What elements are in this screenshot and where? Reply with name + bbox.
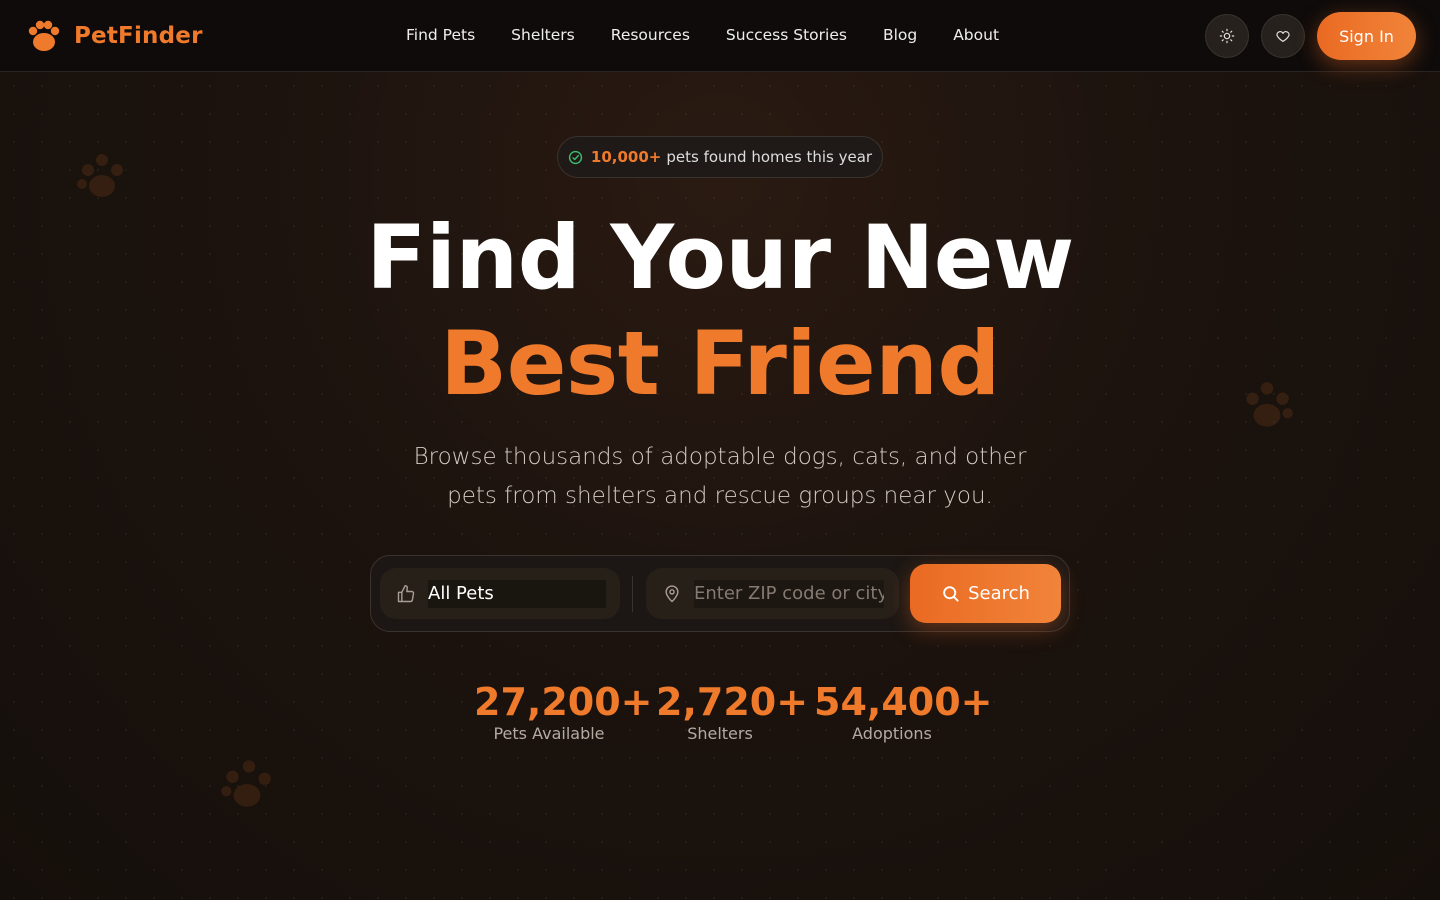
brand-name: PetFinder bbox=[74, 23, 203, 49]
stat-label: Pets Available bbox=[493, 724, 605, 743]
pet-type-select[interactable]: All Pets bbox=[380, 568, 620, 619]
stat-label: Adoptions bbox=[852, 724, 932, 743]
sign-in-button[interactable]: Sign In bbox=[1317, 12, 1416, 60]
sun-icon bbox=[1219, 28, 1235, 44]
stat-value: 27,200+ bbox=[474, 680, 653, 724]
adoption-stat-badge: 10,000+ pets found homes this year bbox=[557, 136, 883, 178]
paw-logo-icon bbox=[28, 20, 60, 51]
nav-item-success-stories[interactable]: Success Stories bbox=[726, 26, 847, 44]
search-icon bbox=[943, 586, 959, 602]
stat-label: Shelters bbox=[687, 724, 753, 743]
nav-item-shelters[interactable]: Shelters bbox=[511, 26, 575, 44]
stat-shelters: 2,720+ Shelters bbox=[656, 680, 809, 743]
brand-logo[interactable]: PetFinder bbox=[26, 20, 203, 52]
heart-icon bbox=[1276, 31, 1290, 42]
thumbs-up-icon bbox=[397, 584, 415, 602]
stat-pets-available: 27,200+ Pets Available bbox=[474, 680, 653, 743]
check-circle-icon bbox=[568, 150, 583, 164]
main-nav: Find Pets Shelters Resources Success Sto… bbox=[406, 26, 1035, 44]
stat-adoptions: 54,400+ Adoptions bbox=[814, 680, 993, 743]
hero-title-line2: Best Friend bbox=[440, 312, 1000, 415]
map-pin-icon bbox=[665, 584, 679, 602]
nav-item-about[interactable]: About bbox=[953, 26, 999, 44]
badge-highlight: 10,000+ bbox=[590, 148, 662, 166]
hero-title-line1: Find Your New bbox=[366, 206, 1074, 309]
location-field bbox=[646, 568, 899, 619]
paw-decoration-icon bbox=[218, 756, 276, 814]
search-bar: All Pets Search bbox=[370, 555, 1070, 632]
nav-item-resources[interactable]: Resources bbox=[611, 26, 690, 44]
pet-type-value: All Pets bbox=[428, 579, 606, 608]
stat-value: 54,400+ bbox=[814, 680, 993, 724]
badge-text: pets found homes this year bbox=[666, 148, 873, 166]
search-button[interactable]: Search bbox=[910, 564, 1061, 623]
location-input[interactable] bbox=[694, 579, 884, 608]
nav-item-blog[interactable]: Blog bbox=[883, 26, 917, 44]
hero-subtitle: Browse thousands of adoptable dogs, cats… bbox=[413, 444, 1027, 509]
search-button-label: Search bbox=[968, 583, 1030, 604]
theme-toggle-button[interactable] bbox=[1205, 14, 1249, 58]
search-divider bbox=[632, 576, 633, 612]
favorites-button[interactable] bbox=[1261, 14, 1305, 58]
stat-value: 2,720+ bbox=[656, 680, 809, 724]
paw-decoration-icon bbox=[74, 150, 130, 206]
nav-item-find-pets[interactable]: Find Pets bbox=[406, 26, 475, 44]
top-navbar: PetFinder Find Pets Shelters Resources S… bbox=[0, 0, 1440, 72]
